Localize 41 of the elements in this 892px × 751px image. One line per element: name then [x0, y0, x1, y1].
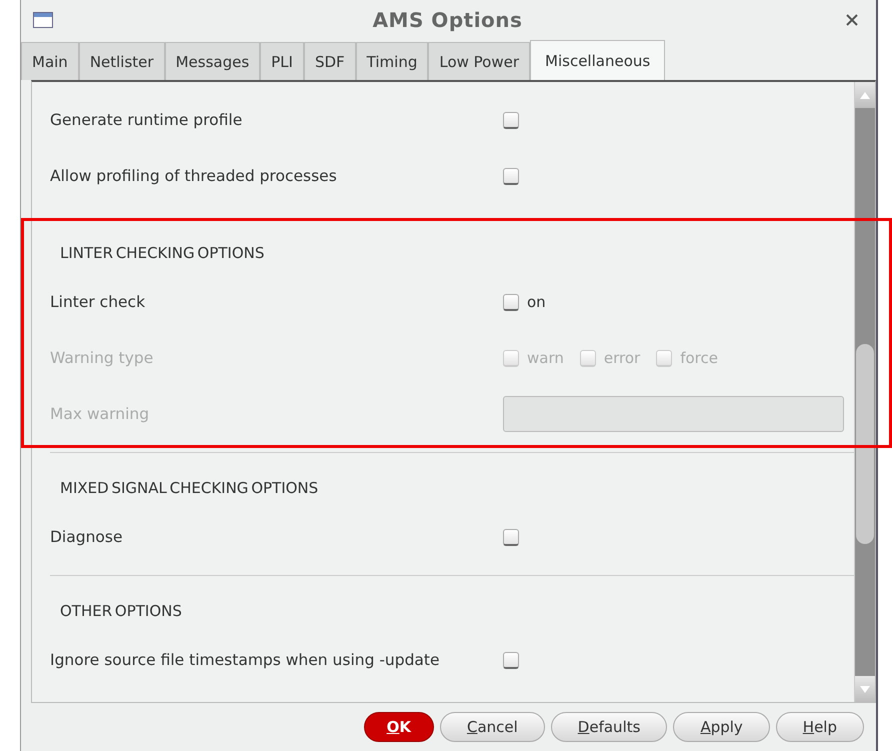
checkbox-label: on	[527, 293, 546, 311]
option-label: Linter check	[50, 293, 146, 311]
checkbox[interactable]	[503, 652, 519, 668]
checkbox[interactable]	[503, 112, 519, 128]
section-heading: OTHER OPTIONS	[59, 601, 183, 622]
tab[interactable]: Main	[21, 42, 79, 80]
dialog-button[interactable]: Apply	[673, 712, 770, 742]
tab[interactable]: SDF	[304, 42, 356, 80]
tab[interactable]: Low Power	[428, 42, 530, 80]
dialog-button[interactable]: Cancel	[440, 712, 545, 742]
checkbox-label: error	[604, 349, 640, 367]
down-arrow-icon	[860, 686, 870, 692]
checkbox-label: warn	[527, 349, 564, 367]
section-heading: MIXED SIGNAL CHECKING OPTIONS	[59, 478, 320, 499]
option-label: Warning type	[50, 349, 154, 367]
checkbox[interactable]	[503, 294, 519, 310]
scroll-up-button[interactable]	[855, 82, 875, 108]
dialog-button[interactable]: Defaults	[550, 712, 668, 742]
dialog-button[interactable]: Help	[776, 712, 864, 742]
window-icon	[33, 12, 53, 28]
window-title: AMS Options	[372, 8, 524, 32]
scroll-thumb[interactable]	[856, 344, 874, 544]
checkbox[interactable]	[503, 168, 519, 184]
checkbox[interactable]	[503, 528, 519, 546]
option-label: Ignore source file timestamps when using -update	[50, 651, 441, 669]
tab[interactable]: PLI	[260, 42, 304, 80]
option-label: Diagnose	[50, 528, 124, 546]
scroll-down-button[interactable]	[855, 676, 875, 702]
tab[interactable]: Timing	[356, 42, 428, 80]
up-arrow-icon	[860, 92, 870, 98]
scrollbar[interactable]	[854, 82, 875, 702]
tab[interactable]: Messages	[164, 42, 260, 80]
tab[interactable]: Netlister	[78, 42, 165, 80]
close-icon	[846, 14, 858, 26]
checkbox-label: force	[680, 349, 718, 367]
option-label: Generate runtime profile	[50, 111, 244, 129]
tab[interactable]: Miscellaneous	[530, 40, 666, 80]
dialog-button[interactable]: OK	[364, 712, 434, 742]
section-heading: LINTER CHECKING OPTIONS	[59, 243, 266, 264]
option-label: Max warning	[50, 405, 150, 423]
option-label: Allow profiling of threaded processes	[50, 167, 338, 185]
